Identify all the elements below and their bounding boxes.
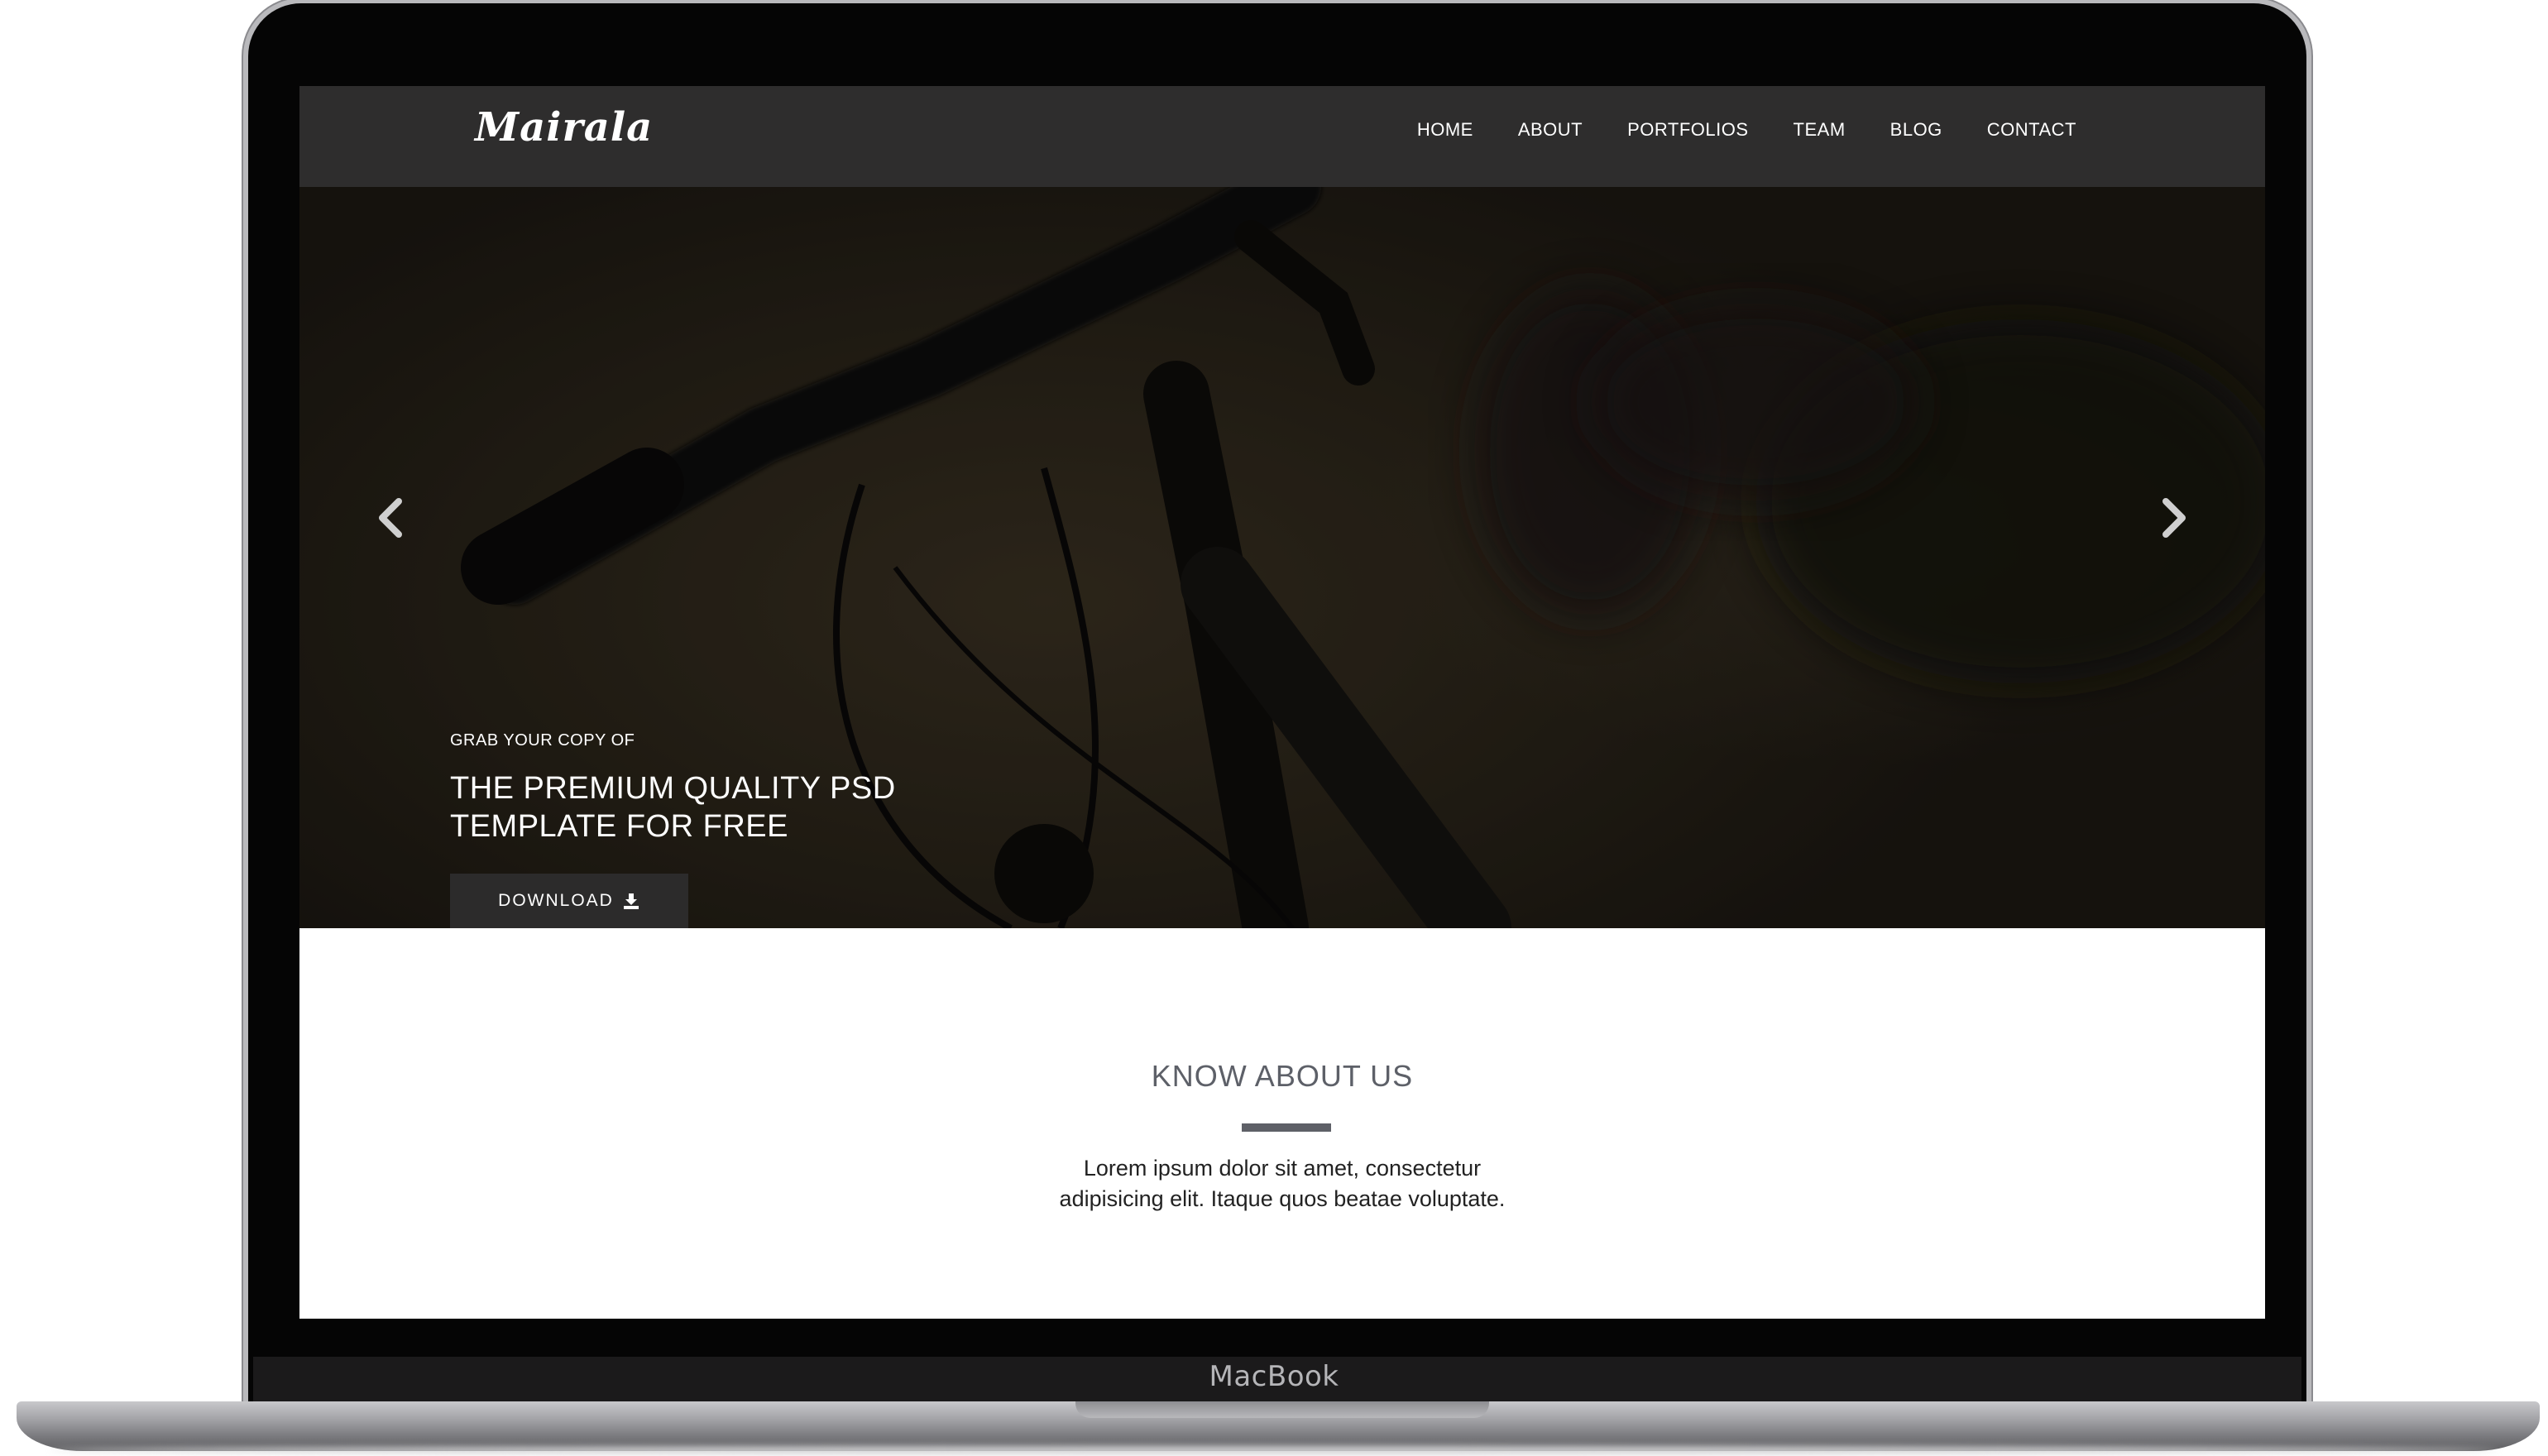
nav-item-contact[interactable]: CONTACT	[1987, 119, 2076, 141]
nav-item-home[interactable]: HOME	[1417, 119, 1473, 141]
hero-slider: GRAB YOUR COPY OF THE PREMIUM QUALITY PS…	[299, 187, 2265, 928]
download-button[interactable]: DOWNLOAD	[450, 874, 688, 928]
nav-item-about[interactable]: ABOUT	[1518, 119, 1583, 141]
about-title: KNOW ABOUT US	[1151, 1059, 1414, 1093]
laptop-shadow	[50, 1446, 2498, 1454]
hero-kicker: GRAB YOUR COPY OF	[450, 731, 635, 750]
site-logo[interactable]: Mairala	[475, 104, 653, 151]
about-text-line1: Lorem ipsum dolor sit amet, consectetur	[1083, 1156, 1482, 1181]
about-text-line2: adipisicing elit. Itaque quos beatae vol…	[1059, 1186, 1506, 1211]
about-text: Lorem ipsum dolor sit amet, consectetur …	[299, 1153, 2265, 1214]
about-divider	[1242, 1123, 1331, 1132]
laptop-notch	[1075, 1401, 1489, 1418]
device-brand-label: MacBook	[1209, 1360, 1339, 1393]
nav-item-blog[interactable]: BLOG	[1890, 119, 1942, 141]
chevron-right-icon	[2162, 498, 2186, 538]
prev-slide-button[interactable]	[366, 485, 415, 551]
download-icon	[623, 893, 639, 909]
screen: Mairala HOME ABOUT PORTFOLIOS TEAM BLOG …	[299, 86, 2265, 1319]
hero-title-line1: THE PREMIUM QUALITY PSD	[450, 771, 896, 806]
hero-title-line2: TEMPLATE FOR FREE	[450, 809, 788, 844]
nav-item-portfolios[interactable]: PORTFOLIOS	[1627, 119, 1748, 141]
nav-menu: HOME ABOUT PORTFOLIOS TEAM BLOG CONTACT	[1417, 119, 2076, 141]
nav-item-team[interactable]: TEAM	[1794, 119, 1846, 141]
navbar: Mairala HOME ABOUT PORTFOLIOS TEAM BLOG …	[299, 86, 2265, 187]
next-slide-button[interactable]	[2149, 485, 2199, 551]
download-button-label: DOWNLOAD	[498, 891, 614, 910]
chevron-left-icon	[379, 498, 402, 538]
hero-title: THE PREMIUM QUALITY PSD TEMPLATE FOR FRE…	[450, 769, 1029, 845]
